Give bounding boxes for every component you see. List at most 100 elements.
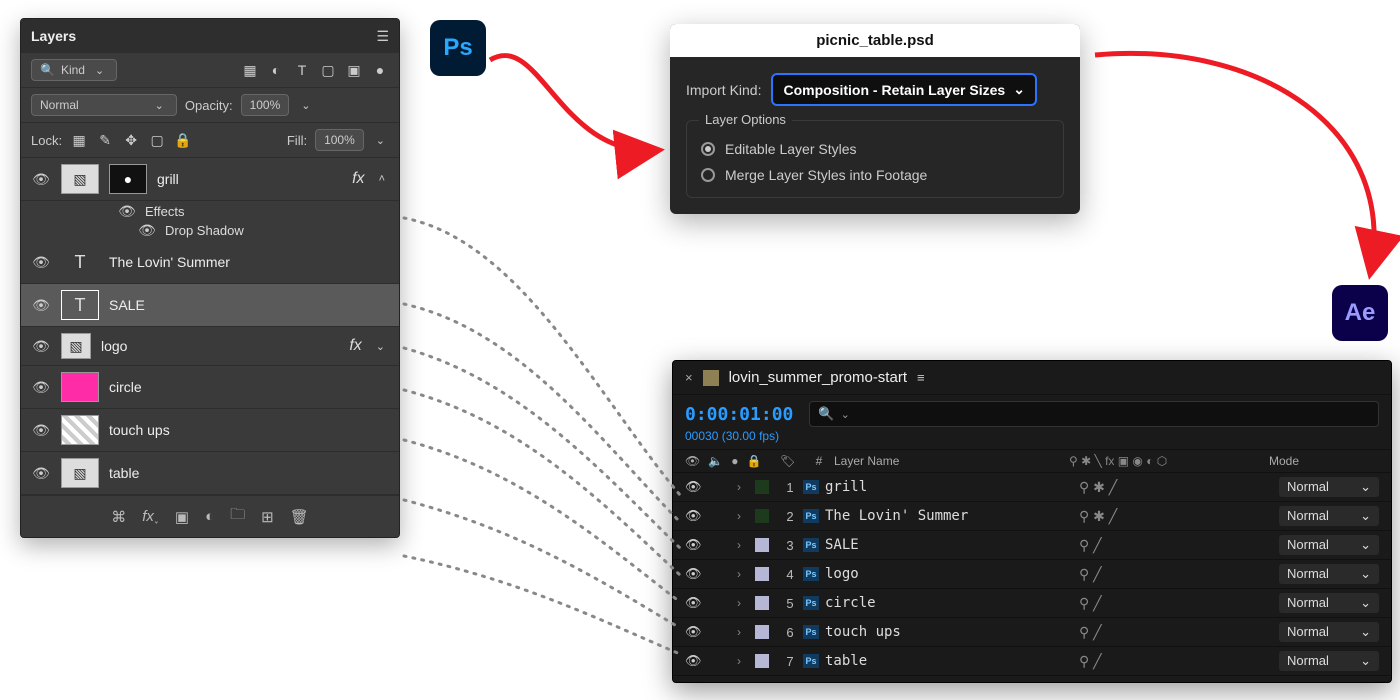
lock-artboard-icon[interactable]: ▢ [148,131,166,149]
blend-mode-select[interactable]: Normal⌄ [1279,564,1379,584]
fill-input[interactable]: 100% [315,129,364,151]
option-merge-styles[interactable]: Merge Layer Styles into Footage [701,167,1049,183]
blend-mode-select[interactable]: Normal⌄ [1279,506,1379,526]
visibility-icon[interactable]: 👁 [685,653,707,669]
twirl-icon[interactable]: › [737,654,755,668]
kind-filter[interactable]: 🔍Kind⌄ [31,59,117,81]
layer-label-color[interactable] [755,538,769,552]
visibility-icon[interactable]: 👁 [31,465,51,482]
layer-effects-row[interactable]: 👁Effects [21,203,399,220]
layer-switches[interactable]: ⚲ ╱ [1079,566,1279,583]
visibility-icon[interactable]: 👁 [685,537,707,553]
visibility-icon[interactable]: 👁 [31,338,51,355]
visibility-icon[interactable]: 👁 [31,297,51,314]
lock-move-icon[interactable]: ✥ [122,131,140,149]
layer-switches[interactable]: ⚲ ╱ [1079,537,1279,554]
current-time[interactable]: 0:00:01:00 [685,404,793,425]
filter-text-icon[interactable]: T [293,61,311,79]
twirl-icon[interactable]: › [737,625,755,639]
ae-layer-row[interactable]: 👁›6Pstouch ups⚲ ╱Normal⌄ [673,618,1391,647]
layer-label-color[interactable] [755,596,769,610]
import-kind-select[interactable]: Composition - Retain Layer Sizes ⌄ [771,73,1036,106]
solo-header-icon[interactable]: ● [731,454,738,468]
panel-menu-icon[interactable]: ☰ [376,28,389,45]
visibility-icon[interactable]: 👁 [685,479,707,495]
filter-toggle-icon[interactable]: ● [371,61,389,79]
panel-menu-icon[interactable]: ≡ [917,370,925,385]
chevron-up-icon[interactable]: ˄ [375,173,389,185]
add-fx-icon[interactable]: fx˯ [142,508,159,525]
filter-adjustment-icon[interactable]: ◐ [267,61,285,79]
filter-image-icon[interactable]: ▦ [241,61,259,79]
layer-row-logo[interactable]: 👁 ▧ logo fx ⌄ [21,327,399,366]
ae-layer-row[interactable]: 👁›2PsThe Lovin' Summer⚲ ✱ ╱Normal⌄ [673,502,1391,531]
blend-mode-select[interactable]: Normal ⌄ [31,94,177,116]
layer-switches[interactable]: ⚲ ╱ [1079,624,1279,641]
ae-layer-row[interactable]: 👁›3PsSALE⚲ ╱Normal⌄ [673,531,1391,560]
ae-layer-row[interactable]: 👁›5Pscircle⚲ ╱Normal⌄ [673,589,1391,618]
filter-shape-icon[interactable]: ▢ [319,61,337,79]
label-header-icon[interactable]: 🏷 [780,454,804,468]
fx-badge[interactable]: fx [349,337,361,355]
twirl-icon[interactable]: › [737,596,755,610]
layer-effect-dropshadow[interactable]: 👁Drop Shadow [21,222,399,239]
fx-badge[interactable]: fx [352,170,364,188]
layer-switches[interactable]: ⚲ ✱ ╱ [1079,479,1279,496]
layer-switches[interactable]: ⚲ ✱ ╱ [1079,508,1279,525]
visibility-icon[interactable]: 👁 [137,222,157,239]
ae-layer-row[interactable]: 👁›1Psgrill⚲ ✱ ╱Normal⌄ [673,473,1391,502]
layer-label-color[interactable] [755,567,769,581]
link-layers-icon[interactable]: ⌘ [111,508,126,526]
chevron-down-icon[interactable]: ⌄ [372,134,389,147]
lock-all-icon[interactable]: 🔒 [174,131,192,149]
chevron-down-icon[interactable]: ⌄ [372,340,389,353]
visibility-icon[interactable]: 👁 [685,624,707,640]
twirl-icon[interactable]: › [737,567,755,581]
new-layer-icon[interactable]: ⊞ [261,508,274,526]
layer-switches[interactable]: ⚲ ╱ [1079,595,1279,612]
visibility-icon[interactable]: 👁 [685,508,707,524]
twirl-icon[interactable]: › [737,538,755,552]
close-tab-icon[interactable]: × [685,370,693,385]
blend-mode-select[interactable]: Normal⌄ [1279,477,1379,497]
layer-label-color[interactable] [755,654,769,668]
layers-tab[interactable]: Layers [31,28,76,44]
layer-switches[interactable]: ⚲ ╱ [1079,653,1279,670]
layer-row-text-summer[interactable]: 👁 T The Lovin' Summer [21,241,399,284]
filter-smart-icon[interactable]: ▣ [345,61,363,79]
layer-label-color[interactable] [755,625,769,639]
blend-mode-select[interactable]: Normal⌄ [1279,651,1379,671]
layer-search[interactable]: 🔍⌄ [809,401,1379,427]
visibility-icon[interactable]: 👁 [31,254,51,271]
blend-mode-select[interactable]: Normal⌄ [1279,622,1379,642]
ae-layer-row[interactable]: 👁›4Pslogo⚲ ╱Normal⌄ [673,560,1391,589]
visibility-icon[interactable]: 👁 [117,203,137,220]
add-group-icon[interactable]: 🗀 [230,504,245,529]
option-editable-styles[interactable]: Editable Layer Styles [701,141,1049,157]
layer-row-touchups[interactable]: 👁 touch ups [21,409,399,452]
blend-mode-select[interactable]: Normal⌄ [1279,593,1379,613]
eye-header-icon[interactable]: 👁 [685,454,700,468]
layer-row-sale[interactable]: 👁 T SALE [21,284,399,327]
audio-header-icon[interactable]: 🔈 [708,454,723,468]
add-adjustment-icon[interactable]: ◐ [205,508,214,525]
layer-row-grill[interactable]: 👁 ▧ ● grill fx ˄ [21,158,399,201]
twirl-icon[interactable]: › [737,509,755,523]
layer-row-table[interactable]: 👁 ▧ table [21,452,399,495]
visibility-icon[interactable]: 👁 [31,171,51,188]
visibility-icon[interactable]: 👁 [31,422,51,439]
layer-row-circle[interactable]: 👁 circle [21,366,399,409]
add-mask-icon[interactable]: ▣ [175,508,189,526]
comp-name[interactable]: lovin_summer_promo-start [729,369,907,386]
layer-label-color[interactable] [755,509,769,523]
lock-header-icon[interactable]: 🔒 [746,454,761,468]
lock-pixels-icon[interactable]: ▦ [70,131,88,149]
visibility-icon[interactable]: 👁 [685,566,707,582]
chevron-down-icon[interactable]: ⌄ [297,99,314,112]
lock-brush-icon[interactable]: ✎ [96,131,114,149]
ae-layer-row[interactable]: 👁›7Pstable⚲ ╱Normal⌄ [673,647,1391,676]
visibility-icon[interactable]: 👁 [685,595,707,611]
opacity-input[interactable]: 100% [241,94,290,116]
blend-mode-select[interactable]: Normal⌄ [1279,535,1379,555]
layer-label-color[interactable] [755,480,769,494]
